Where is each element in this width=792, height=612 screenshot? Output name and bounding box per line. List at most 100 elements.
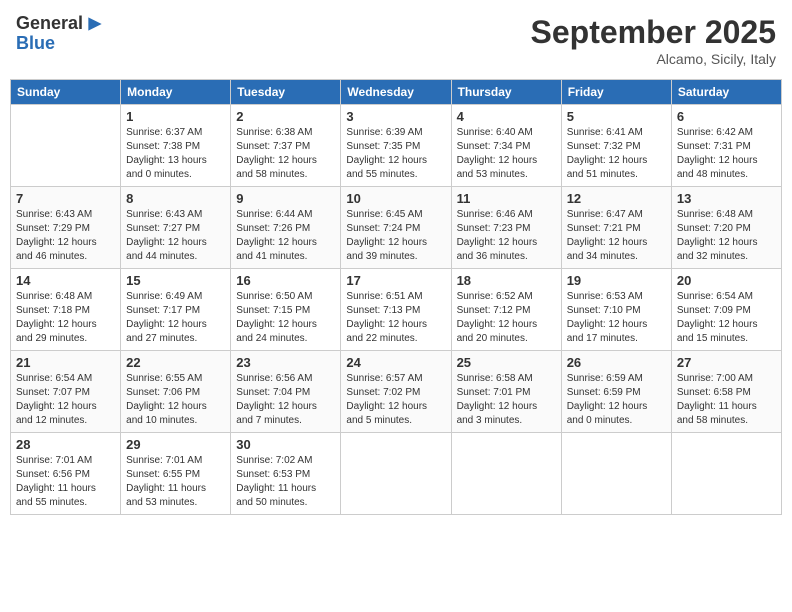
day-number: 23 bbox=[236, 355, 335, 370]
table-row: 19 Sunrise: 6:53 AMSunset: 7:10 PMDayligh… bbox=[561, 269, 671, 351]
day-number: 15 bbox=[126, 273, 225, 288]
day-info: Sunrise: 7:01 AMSunset: 6:55 PMDaylight:… bbox=[126, 454, 225, 510]
day-info: Sunrise: 6:53 AMSunset: 7:10 PMDaylight:… bbox=[567, 290, 666, 346]
day-info: Sunrise: 7:02 AMSunset: 6:53 PMDaylight:… bbox=[236, 454, 335, 510]
day-info: Sunrise: 6:47 AMSunset: 7:21 PMDaylight:… bbox=[567, 208, 666, 264]
calendar-week-row: 21 Sunrise: 6:54 AMSunset: 7:07 PMDayligh… bbox=[11, 351, 782, 433]
day-number: 14 bbox=[16, 273, 115, 288]
col-tuesday: Tuesday bbox=[231, 80, 341, 105]
table-row: 20 Sunrise: 6:54 AMSunset: 7:09 PMDayligh… bbox=[671, 269, 781, 351]
day-number: 7 bbox=[16, 191, 115, 206]
calendar-week-row: 28 Sunrise: 7:01 AMSunset: 6:56 PMDayligh… bbox=[11, 433, 782, 515]
title-block: September 2025 Alcamo, Sicily, Italy bbox=[531, 14, 776, 67]
day-info: Sunrise: 6:51 AMSunset: 7:13 PMDaylight:… bbox=[346, 290, 445, 346]
day-number: 26 bbox=[567, 355, 666, 370]
day-info: Sunrise: 6:59 AMSunset: 6:59 PMDaylight:… bbox=[567, 372, 666, 428]
day-info: Sunrise: 6:48 AMSunset: 7:18 PMDaylight:… bbox=[16, 290, 115, 346]
table-row: 28 Sunrise: 7:01 AMSunset: 6:56 PMDayligh… bbox=[11, 433, 121, 515]
day-number: 18 bbox=[457, 273, 556, 288]
day-number: 22 bbox=[126, 355, 225, 370]
table-row: 3 Sunrise: 6:39 AMSunset: 7:35 PMDaylight… bbox=[341, 105, 451, 187]
day-number: 29 bbox=[126, 437, 225, 452]
day-info: Sunrise: 6:40 AMSunset: 7:34 PMDaylight:… bbox=[457, 126, 556, 182]
table-row: 8 Sunrise: 6:43 AMSunset: 7:27 PMDaylight… bbox=[121, 187, 231, 269]
day-number: 20 bbox=[677, 273, 776, 288]
day-number: 21 bbox=[16, 355, 115, 370]
day-number: 5 bbox=[567, 109, 666, 124]
table-row: 24 Sunrise: 6:57 AMSunset: 7:02 PMDayligh… bbox=[341, 351, 451, 433]
day-info: Sunrise: 6:38 AMSunset: 7:37 PMDaylight:… bbox=[236, 126, 335, 182]
day-info: Sunrise: 6:50 AMSunset: 7:15 PMDaylight:… bbox=[236, 290, 335, 346]
table-row: 23 Sunrise: 6:56 AMSunset: 7:04 PMDayligh… bbox=[231, 351, 341, 433]
day-info: Sunrise: 6:49 AMSunset: 7:17 PMDaylight:… bbox=[126, 290, 225, 346]
month-title: September 2025 bbox=[531, 14, 776, 51]
calendar-week-row: 1Sunrise: 6:37 AMSunset: 7:38 PMDaylight… bbox=[11, 105, 782, 187]
table-row bbox=[561, 433, 671, 515]
col-monday: Monday bbox=[121, 80, 231, 105]
table-row bbox=[11, 105, 121, 187]
table-row: 22 Sunrise: 6:55 AMSunset: 7:06 PMDayligh… bbox=[121, 351, 231, 433]
col-friday: Friday bbox=[561, 80, 671, 105]
day-number: 8 bbox=[126, 191, 225, 206]
table-row: 12 Sunrise: 6:47 AMSunset: 7:21 PMDayligh… bbox=[561, 187, 671, 269]
table-row: 7 Sunrise: 6:43 AMSunset: 7:29 PMDaylight… bbox=[11, 187, 121, 269]
table-row: 17 Sunrise: 6:51 AMSunset: 7:13 PMDayligh… bbox=[341, 269, 451, 351]
logo-icon bbox=[85, 14, 105, 34]
day-info: Sunrise: 6:45 AMSunset: 7:24 PMDaylight:… bbox=[346, 208, 445, 264]
table-row: 1Sunrise: 6:37 AMSunset: 7:38 PMDaylight… bbox=[121, 105, 231, 187]
day-info: Sunrise: 6:37 AMSunset: 7:38 PMDaylight:… bbox=[126, 126, 225, 182]
table-row: 11Sunrise: 6:46 AMSunset: 7:23 PMDayligh… bbox=[451, 187, 561, 269]
day-number: 13 bbox=[677, 191, 776, 206]
day-info: Sunrise: 6:54 AMSunset: 7:07 PMDaylight:… bbox=[16, 372, 115, 428]
day-info: Sunrise: 7:01 AMSunset: 6:56 PMDaylight:… bbox=[16, 454, 115, 510]
table-row: 30 Sunrise: 7:02 AMSunset: 6:53 PMDayligh… bbox=[231, 433, 341, 515]
logo-blue-text: Blue bbox=[16, 34, 83, 54]
day-number: 2 bbox=[236, 109, 335, 124]
table-row bbox=[671, 433, 781, 515]
day-info: Sunrise: 6:52 AMSunset: 7:12 PMDaylight:… bbox=[457, 290, 556, 346]
day-number: 28 bbox=[16, 437, 115, 452]
day-info: Sunrise: 6:58 AMSunset: 7:01 PMDaylight:… bbox=[457, 372, 556, 428]
col-wednesday: Wednesday bbox=[341, 80, 451, 105]
day-info: Sunrise: 6:54 AMSunset: 7:09 PMDaylight:… bbox=[677, 290, 776, 346]
col-thursday: Thursday bbox=[451, 80, 561, 105]
table-row: 9 Sunrise: 6:44 AMSunset: 7:26 PMDaylight… bbox=[231, 187, 341, 269]
day-number: 25 bbox=[457, 355, 556, 370]
day-info: Sunrise: 6:55 AMSunset: 7:06 PMDaylight:… bbox=[126, 372, 225, 428]
table-row: 13 Sunrise: 6:48 AMSunset: 7:20 PMDayligh… bbox=[671, 187, 781, 269]
day-number: 27 bbox=[677, 355, 776, 370]
day-number: 30 bbox=[236, 437, 335, 452]
table-row: 15 Sunrise: 6:49 AMSunset: 7:17 PMDayligh… bbox=[121, 269, 231, 351]
day-info: Sunrise: 6:46 AMSunset: 7:23 PMDaylight:… bbox=[457, 208, 556, 264]
table-row: 14 Sunrise: 6:48 AMSunset: 7:18 PMDayligh… bbox=[11, 269, 121, 351]
day-number: 4 bbox=[457, 109, 556, 124]
day-number: 24 bbox=[346, 355, 445, 370]
day-number: 9 bbox=[236, 191, 335, 206]
day-info: Sunrise: 6:56 AMSunset: 7:04 PMDaylight:… bbox=[236, 372, 335, 428]
table-row: 25 Sunrise: 6:58 AMSunset: 7:01 PMDayligh… bbox=[451, 351, 561, 433]
day-info: Sunrise: 6:57 AMSunset: 7:02 PMDaylight:… bbox=[346, 372, 445, 428]
day-info: Sunrise: 6:43 AMSunset: 7:27 PMDaylight:… bbox=[126, 208, 225, 264]
day-number: 3 bbox=[346, 109, 445, 124]
table-row: 21 Sunrise: 6:54 AMSunset: 7:07 PMDayligh… bbox=[11, 351, 121, 433]
day-number: 17 bbox=[346, 273, 445, 288]
table-row: 26 Sunrise: 6:59 AMSunset: 6:59 PMDayligh… bbox=[561, 351, 671, 433]
day-info: Sunrise: 6:44 AMSunset: 7:26 PMDaylight:… bbox=[236, 208, 335, 264]
day-number: 16 bbox=[236, 273, 335, 288]
calendar-week-row: 14 Sunrise: 6:48 AMSunset: 7:18 PMDayligh… bbox=[11, 269, 782, 351]
calendar-week-row: 7 Sunrise: 6:43 AMSunset: 7:29 PMDaylight… bbox=[11, 187, 782, 269]
day-info: Sunrise: 6:48 AMSunset: 7:20 PMDaylight:… bbox=[677, 208, 776, 264]
table-row: 6Sunrise: 6:42 AMSunset: 7:31 PMDaylight… bbox=[671, 105, 781, 187]
logo: General Blue bbox=[16, 14, 105, 54]
day-number: 12 bbox=[567, 191, 666, 206]
day-number: 19 bbox=[567, 273, 666, 288]
day-info: Sunrise: 6:42 AMSunset: 7:31 PMDaylight:… bbox=[677, 126, 776, 182]
day-info: Sunrise: 6:43 AMSunset: 7:29 PMDaylight:… bbox=[16, 208, 115, 264]
day-number: 10 bbox=[346, 191, 445, 206]
day-info: Sunrise: 6:41 AMSunset: 7:32 PMDaylight:… bbox=[567, 126, 666, 182]
day-info: Sunrise: 6:39 AMSunset: 7:35 PMDaylight:… bbox=[346, 126, 445, 182]
table-row: 16 Sunrise: 6:50 AMSunset: 7:15 PMDayligh… bbox=[231, 269, 341, 351]
table-row: 10 Sunrise: 6:45 AMSunset: 7:24 PMDayligh… bbox=[341, 187, 451, 269]
table-row: 2 Sunrise: 6:38 AMSunset: 7:37 PMDaylight… bbox=[231, 105, 341, 187]
table-row bbox=[451, 433, 561, 515]
